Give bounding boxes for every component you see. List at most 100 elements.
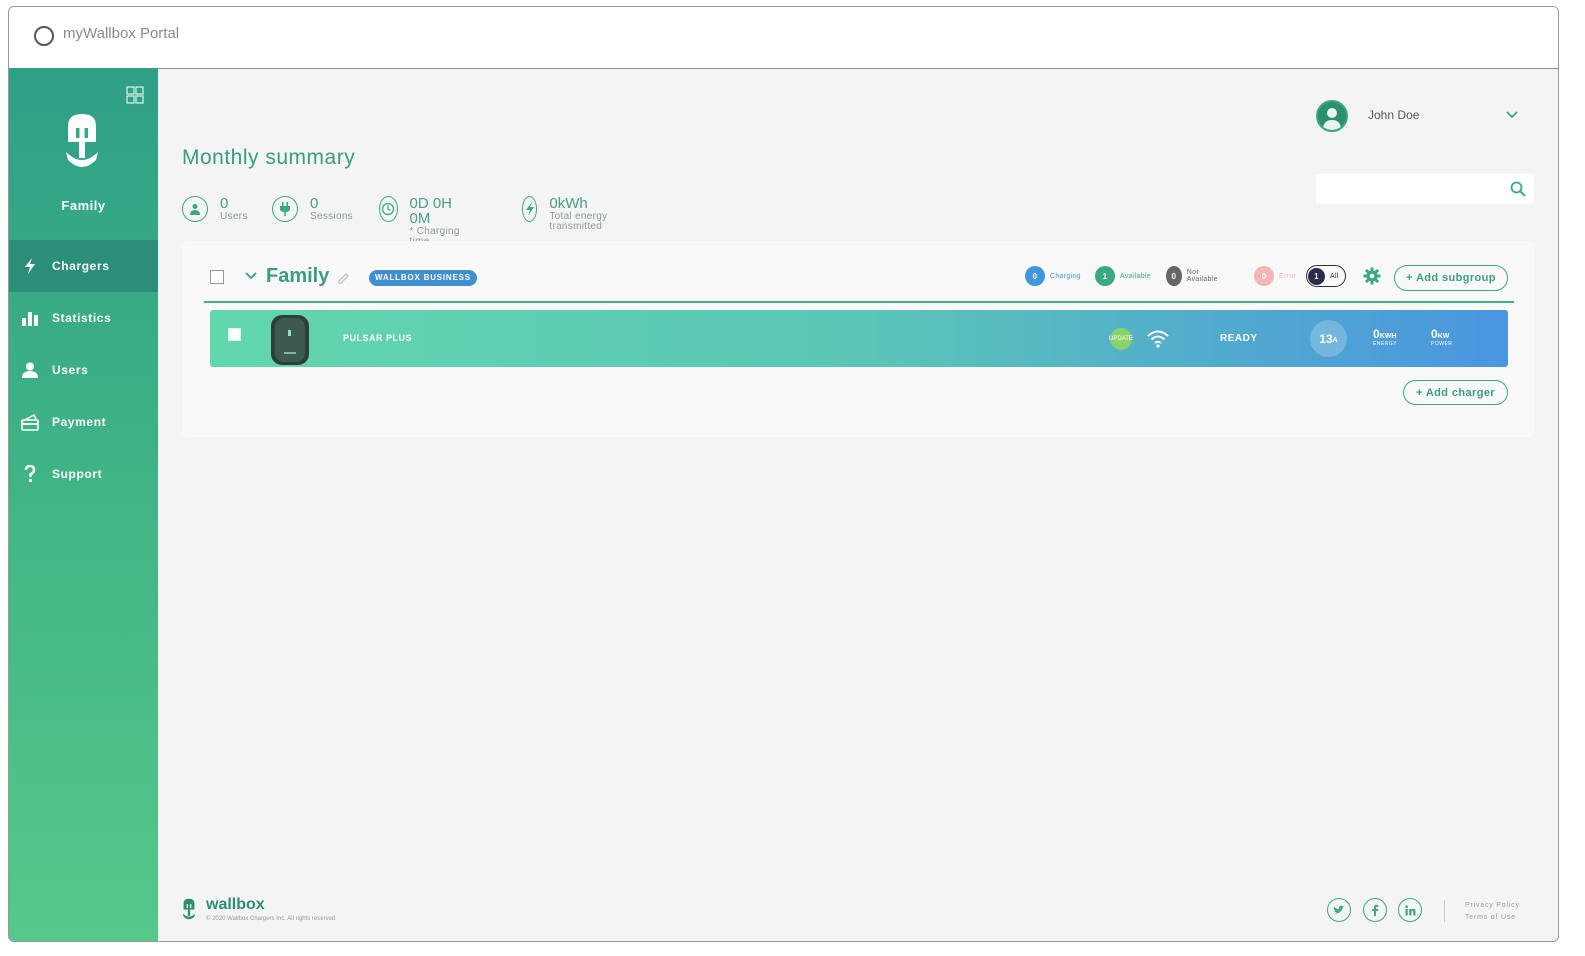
filter-label: All (1330, 272, 1339, 280)
window-title: myWallbox Portal (63, 25, 180, 42)
filter-error[interactable]: 0 Error (1254, 266, 1296, 286)
sidebar-item-label: Support (52, 467, 103, 481)
sidebar: Family Chargers Statistics Users Payment… (9, 68, 158, 941)
charger-device-icon (271, 315, 309, 365)
charger-checkbox[interactable] (228, 328, 241, 341)
grid-icon[interactable] (126, 86, 144, 104)
linkedin-icon[interactable] (1398, 898, 1422, 922)
search-icon[interactable] (1510, 181, 1526, 197)
power-metric: 0KW POWER (1431, 326, 1452, 347)
sidebar-nav: Chargers Statistics Users Payment Suppor… (9, 240, 158, 500)
sidebar-item-chargers[interactable]: Chargers (9, 240, 158, 292)
stat-energy: 0kWh Total energy transmitted (522, 196, 613, 232)
sidebar-item-users[interactable]: Users (9, 344, 158, 396)
chevron-down-icon[interactable] (245, 272, 257, 280)
facebook-icon[interactable] (1363, 898, 1387, 922)
plug-icon (272, 196, 298, 222)
plan-badge: WALLBOX BUSINESS (369, 270, 477, 286)
footer-brand: wallbox (206, 896, 265, 913)
lightning-icon (522, 196, 538, 222)
sidebar-item-support[interactable]: Support (9, 448, 158, 500)
page-title: Monthly summary (182, 146, 356, 169)
update-pill[interactable]: UPDATE (1109, 328, 1133, 350)
add-subgroup-button[interactable]: + Add subgroup (1394, 265, 1508, 291)
search-box (1316, 174, 1534, 204)
user-name[interactable]: John Doe (1368, 108, 1419, 122)
stat-sessions: 0 Sessions (272, 196, 353, 222)
sidebar-item-payment[interactable]: Payment (9, 396, 158, 448)
filter-charging[interactable]: 0 Charging (1025, 266, 1081, 286)
filter-label: Not Available (1186, 269, 1218, 283)
title-bar: myWallbox Portal (9, 7, 1558, 69)
question-icon (24, 465, 36, 483)
group-card: Family WALLBOX BUSINESS 0 Charging 1 Ava… (182, 241, 1534, 437)
group-checkbox[interactable] (210, 270, 224, 284)
sidebar-item-label: Chargers (52, 259, 110, 273)
stat-value: 0D 0H 0M (409, 195, 453, 227)
main-content: John Doe Monthly summary 0 Users 0 Session… (158, 68, 1558, 941)
filter-count: 0 (1166, 266, 1182, 286)
terms-of-use-link[interactable]: Terms of Use (1465, 912, 1520, 924)
clock-icon (379, 196, 398, 222)
power-label: POWER (1431, 341, 1453, 347)
group-divider (204, 301, 1514, 303)
add-charger-button[interactable]: + Add charger (1403, 380, 1508, 405)
power-unit: KW (1437, 333, 1450, 340)
edit-pencil-icon[interactable] (337, 272, 350, 285)
filter-count: 0 (1025, 266, 1045, 286)
window-circle-icon (34, 26, 54, 46)
current-indicator[interactable]: 13 A (1310, 320, 1347, 357)
chevron-down-icon[interactable] (1506, 111, 1518, 119)
energy-value: 0 (1373, 327, 1380, 341)
sidebar-group-name: Family (61, 198, 106, 213)
gear-icon[interactable] (1363, 267, 1381, 285)
filter-available[interactable]: 1 Available (1095, 266, 1151, 286)
current-value: 13 (1319, 331, 1333, 346)
filter-label: Available (1120, 272, 1151, 280)
filter-count: 0 (1254, 266, 1274, 286)
payment-icon (21, 413, 39, 431)
power-value: 0 (1431, 327, 1438, 341)
stat-value: 0kWh (549, 195, 588, 212)
lightning-icon (25, 258, 35, 274)
wallbox-logo-icon (182, 898, 196, 920)
stat-value: 0 (310, 195, 319, 212)
sidebar-item-label: Payment (52, 415, 107, 429)
wallbox-logo-icon (66, 114, 98, 167)
charger-row[interactable]: PULSAR PLUS UPDATE READY 13 A 0KWH ENERGY (210, 310, 1508, 367)
group-name: Family (266, 265, 330, 287)
energy-metric: 0KWH ENERGY (1373, 326, 1397, 347)
bar-chart-icon (22, 312, 38, 326)
footer-links: Privacy Policy Terms of Use (1465, 900, 1520, 924)
user-icon (182, 196, 208, 222)
stat-users: 0 Users (182, 196, 248, 222)
footer-copyright: © 2020 Wallbox Chargers Inc. All rights … (206, 916, 336, 922)
browser-window: myWallbox Portal Family Chargers Statist… (8, 6, 1559, 942)
sidebar-item-label: Statistics (52, 311, 112, 325)
filter-count: 1 (1308, 267, 1325, 285)
privacy-policy-link[interactable]: Privacy Policy (1465, 900, 1520, 912)
filter-count: 1 (1095, 266, 1115, 286)
stat-charging-time: 0D 0H 0M* Charging time (379, 196, 460, 247)
wifi-icon (1147, 330, 1169, 348)
current-unit: A (1332, 336, 1338, 344)
energy-label: ENERGY (1373, 341, 1398, 347)
filter-label: Error (1279, 272, 1297, 280)
filter-label: Charging (1050, 272, 1081, 280)
avatar[interactable] (1316, 100, 1348, 132)
charger-status: READY (1220, 333, 1258, 344)
twitter-icon[interactable] (1327, 898, 1351, 922)
sidebar-item-label: Users (52, 363, 89, 377)
stat-label: Sessions (310, 211, 353, 222)
sidebar-item-statistics[interactable]: Statistics (9, 292, 158, 344)
stat-label: Users (220, 211, 248, 222)
search-input[interactable] (1324, 174, 1508, 204)
energy-unit: KWH (1379, 333, 1397, 340)
user-icon (22, 362, 38, 378)
avatar-person-icon (1323, 108, 1341, 130)
stat-label: Total energy transmitted (549, 211, 608, 232)
filter-all[interactable]: 1 All (1306, 265, 1346, 287)
charger-name: PULSAR PLUS (343, 333, 413, 343)
footer-divider (1444, 900, 1445, 922)
filter-not-available[interactable]: 0 Not Available (1166, 266, 1222, 286)
